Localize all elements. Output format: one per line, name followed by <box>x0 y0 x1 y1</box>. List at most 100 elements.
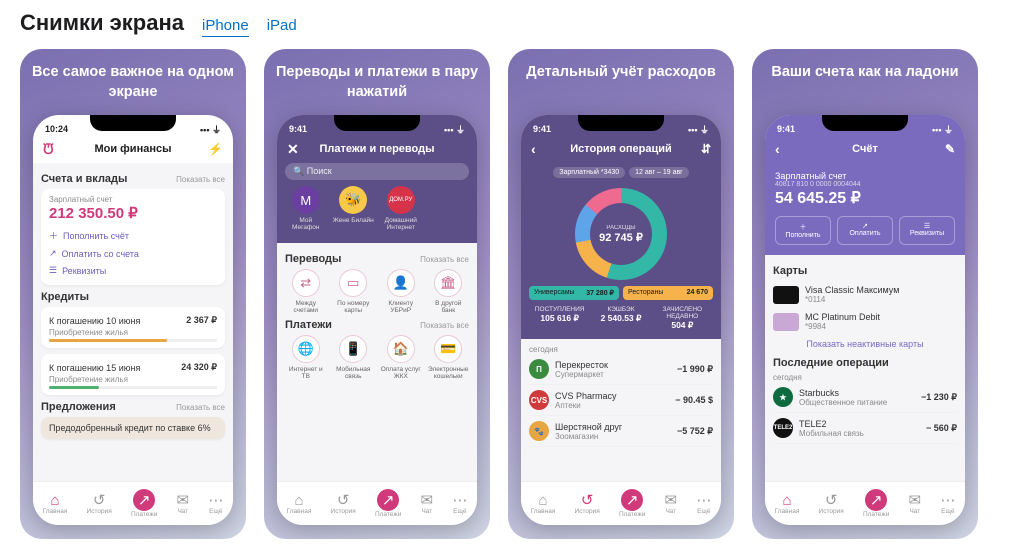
tab-chat[interactable]: ✉Чат <box>421 493 434 515</box>
credit-card-1[interactable]: К погашению 10 июня2 367 ₽ Приобретение … <box>41 307 225 348</box>
tab-bar: ⌂Главная ↺История ↗Платежи ✉Чат ⋯Ещё <box>765 481 965 525</box>
filter-period[interactable]: 12 авг – 19 авг <box>629 167 689 178</box>
search-input[interactable]: 🔍 Поиск <box>285 163 469 180</box>
tab-more[interactable]: ⋯Ещё <box>696 493 711 515</box>
screenshot-1[interactable]: Все самое важное на одном экране 10:24••… <box>20 49 246 539</box>
credit-card-2[interactable]: К погашению 15 июня24 320 ₽ Приобретение… <box>41 354 225 395</box>
favorite-2[interactable]: 🐝Жене Билайн <box>333 186 375 231</box>
phone-mock: 9:41••• ⏚ ‹ Счёт ✎ Зарплатный счет 40817… <box>765 115 965 525</box>
status-time: 10:24 <box>45 124 68 134</box>
section-payments: ПлатежиПоказать все <box>285 319 469 331</box>
section-transfers: ПереводыПоказать все <box>285 253 469 265</box>
tab-home[interactable]: ⌂Главная <box>531 493 556 515</box>
payment-2[interactable]: 📱Мобильная связь <box>333 335 375 380</box>
section-title: Снимки экрана <box>20 10 184 36</box>
tab-bar: ⌂Главная ↺История ↗Платежи ✉Чат ⋯Ещё <box>521 481 721 525</box>
category-chip-1[interactable]: Универсамы37 280 ₽ <box>529 286 619 300</box>
offer-card[interactable]: Предодобренный кредит по ставке 6% <box>41 417 225 439</box>
favorite-3[interactable]: ДОМ.РУДомашний Интернет <box>380 186 422 231</box>
screen-title: История операций <box>570 143 672 155</box>
account-hero: Зарплатный счет 40817 810 0 0000 0004044… <box>765 163 965 255</box>
phone-mock: 9:41••• ⏚ ‹ История операций ⇵ Зарплатны… <box>521 115 721 525</box>
tab-history[interactable]: ↺История <box>575 493 600 515</box>
notch <box>578 115 664 131</box>
tab-home[interactable]: ⌂Главная <box>287 493 312 515</box>
balance: 54 645.25 ₽ <box>775 188 955 208</box>
tab-history[interactable]: ↺История <box>331 493 356 515</box>
action-details[interactable]: ☰Реквизиты <box>899 216 955 245</box>
screen-title: Мои финансы <box>94 143 171 155</box>
screenshot-4[interactable]: Ваши счета как на ладони 9:41••• ⏚ ‹ Счё… <box>752 49 978 539</box>
screen-header: ‹ История операций ⇵ <box>521 139 721 163</box>
tab-more[interactable]: ⋯Ещё <box>940 493 955 515</box>
transfer-3[interactable]: 👤Клиенту УБРиР <box>380 269 422 314</box>
status-icons: ••• ⏚ <box>200 123 221 136</box>
action-details[interactable]: ☰Реквизиты <box>49 262 217 279</box>
filter-icon[interactable]: ⇵ <box>701 142 711 156</box>
back-icon[interactable]: ‹ <box>775 141 780 157</box>
tab-bar: ⌂Главная ↺История ↗Платежи ✉Чат ⋯Ещё <box>277 481 477 525</box>
favorite-1[interactable]: MМой Мегафон <box>285 186 327 231</box>
tab-history[interactable]: ↺История <box>819 493 844 515</box>
screenshots-row: Все самое важное на одном экране 10:24••… <box>20 49 993 539</box>
tab-home[interactable]: ⌂Главная <box>775 493 800 515</box>
transfer-1[interactable]: ⇄Между счетами <box>285 269 327 314</box>
notch <box>90 115 176 131</box>
operation-row[interactable]: ★StarbucksОбщественное питание−1 230 ₽ <box>773 382 957 413</box>
bolt-icon[interactable]: ⚡ <box>208 142 223 156</box>
screen-title: Счёт <box>852 143 878 155</box>
account-balance: 212 350.50 ₽ <box>49 204 217 222</box>
tab-history[interactable]: ↺История <box>87 493 112 515</box>
payment-4[interactable]: 💳Электронные кошельки <box>428 335 470 380</box>
section-cards: Карты <box>773 265 957 277</box>
section-accounts: Счета и вкладыПоказать все <box>41 173 225 185</box>
phone-mock: 9:41••• ⏚ ✕ Платежи и переводы 🔍 Поиск M… <box>277 115 477 525</box>
edit-icon[interactable]: ✎ <box>945 142 955 156</box>
action-topup[interactable]: ＋Пополнить <box>775 216 831 245</box>
tab-bar: ⌂Главная ↺История ↗Платежи ✉Чат ⋯Ещё <box>33 481 233 525</box>
tab-payments[interactable]: ↗Платежи <box>863 489 889 518</box>
tab-chat[interactable]: ✉Чат <box>665 493 678 515</box>
operation-row[interactable]: TELE2TELE2Мобильная связь− 560 ₽ <box>773 413 957 444</box>
operation-row[interactable]: 🐾Шерстяной другЗоомагазин−5 752 ₽ <box>529 416 713 447</box>
operation-row[interactable]: CVSCVS PharmacyАптеки− 90.45 $ <box>529 385 713 416</box>
arrow-icon: ↗ <box>49 248 57 259</box>
tab-payments[interactable]: ↗Платежи <box>131 489 157 518</box>
tab-home[interactable]: ⌂Главная <box>43 493 68 515</box>
section-credits: Кредиты <box>41 291 225 303</box>
screen-title: Платежи и переводы <box>320 143 435 155</box>
transfer-2[interactable]: ▭По номеру карты <box>333 269 375 314</box>
tab-ipad[interactable]: iPad <box>267 17 297 36</box>
screen-header: ✕ Платежи и переводы <box>277 139 477 163</box>
action-pay[interactable]: ↗Оплатить со счета <box>49 245 217 262</box>
account-card[interactable]: Зарплатный счет 212 350.50 ₽ ＋Пополнить … <box>41 189 225 285</box>
screen-header: ᙈ Мои финансы ⚡ <box>33 139 233 163</box>
payment-1[interactable]: 🌐Интернет и ТВ <box>285 335 327 380</box>
card-row[interactable]: Visa Classic Максимум*0114 <box>773 281 957 308</box>
action-pay[interactable]: ↗Оплатить <box>837 216 893 245</box>
action-topup[interactable]: ＋Пополнить счёт <box>49 226 217 245</box>
screenshot-2[interactable]: Переводы и платежи в пару нажатий 9:41••… <box>264 49 490 539</box>
tab-more[interactable]: ⋯Ещё <box>208 493 223 515</box>
screenshot-caption: Переводы и платежи в пару нажатий <box>274 63 480 103</box>
plus-icon: ＋ <box>49 229 58 242</box>
payment-3[interactable]: 🏠Оплата услуг ЖКХ <box>380 335 422 380</box>
screenshot-3[interactable]: Детальный учёт расходов 9:41••• ⏚ ‹ Исто… <box>508 49 734 539</box>
notch <box>334 115 420 131</box>
back-icon[interactable]: ‹ <box>531 141 536 157</box>
tab-iphone[interactable]: iPhone <box>202 17 249 37</box>
filter-card[interactable]: Зарплатный *3430 <box>553 167 625 178</box>
show-inactive-link[interactable]: Показать неактивные карты <box>773 335 957 353</box>
transfer-4[interactable]: 🏛В другой банк <box>428 269 470 314</box>
doc-icon: ☰ <box>49 265 57 276</box>
category-chip-2[interactable]: Рестораны24 670 <box>623 286 713 300</box>
operation-row[interactable]: ППерекрестокСупермаркет−1 990 ₽ <box>529 354 713 385</box>
tab-more[interactable]: ⋯Ещё <box>452 493 467 515</box>
back-icon[interactable]: ✕ <box>287 141 299 158</box>
tab-chat[interactable]: ✉Чат <box>909 493 922 515</box>
card-row[interactable]: MC Platinum Debit*9984 <box>773 308 957 335</box>
tab-payments[interactable]: ↗Платежи <box>619 489 645 518</box>
notch <box>822 115 908 131</box>
tab-payments[interactable]: ↗Платежи <box>375 489 401 518</box>
tab-chat[interactable]: ✉Чат <box>177 493 190 515</box>
